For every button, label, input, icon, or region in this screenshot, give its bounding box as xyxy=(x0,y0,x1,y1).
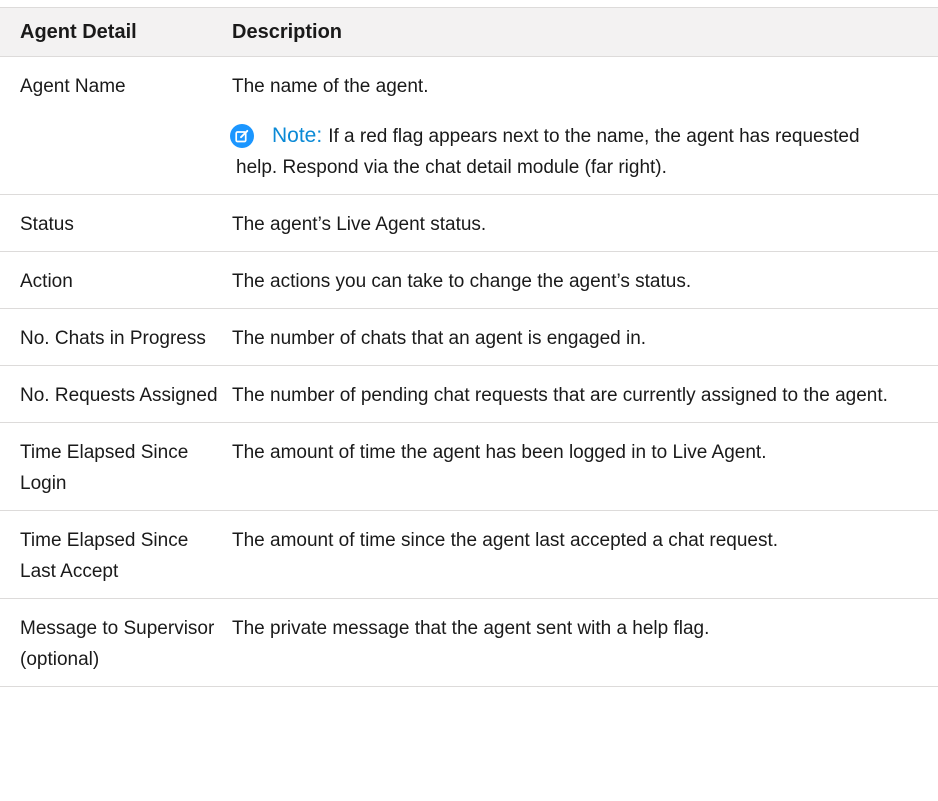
note-callout: Note: If a red flag appears next to the n… xyxy=(230,120,938,183)
row-description: The amount of time since the agent last … xyxy=(232,510,938,599)
row-description: The amount of time the agent has been lo… xyxy=(232,422,938,511)
row-description: The actions you can take to change the a… xyxy=(232,251,938,309)
table-header-row: Agent Detail Description xyxy=(0,7,938,57)
row-detail: Time Elapsed Since Last Accept xyxy=(0,510,232,599)
row-description: The number of pending chat requests that… xyxy=(232,365,938,423)
row-detail: No. Requests Assigned xyxy=(0,365,232,423)
agent-detail-table: Agent Detail Description Agent Name The … xyxy=(0,7,938,687)
table-row: Message to Supervisor (optional) The pri… xyxy=(0,598,938,687)
table-row: Status The agent’s Live Agent status. xyxy=(0,194,938,252)
note-text: Note: If a red flag appears next to the n… xyxy=(236,120,860,183)
table-row: Time Elapsed Since Last Accept The amoun… xyxy=(0,510,938,599)
table-row: No. Chats in Progress The number of chat… xyxy=(0,308,938,366)
header-agent-detail: Agent Detail xyxy=(0,7,232,57)
table-row: Action The actions you can take to chang… xyxy=(0,251,938,309)
row-detail: Agent Name xyxy=(0,56,232,195)
row-detail: Message to Supervisor (optional) xyxy=(0,598,232,687)
row-detail: No. Chats in Progress xyxy=(0,308,232,366)
row-detail: Action xyxy=(0,251,232,309)
note-line-1: If a red flag appears next to the name, … xyxy=(328,126,860,147)
row-description: The name of the agent. xyxy=(232,76,429,97)
header-description: Description xyxy=(232,7,938,57)
row-detail: Time Elapsed Since Login xyxy=(0,422,232,511)
note-title: Note: xyxy=(272,124,323,147)
table-row: Time Elapsed Since Login The amount of t… xyxy=(0,422,938,511)
edit-note-icon xyxy=(230,124,254,148)
note-line-2: help. Respond via the chat detail module… xyxy=(236,157,667,178)
table-row: Agent Name The name of the agent. Note: I… xyxy=(0,56,938,195)
table-row: No. Requests Assigned The number of pend… xyxy=(0,365,938,423)
row-description: The private message that the agent sent … xyxy=(232,598,938,687)
row-detail: Status xyxy=(0,194,232,252)
row-description: The agent’s Live Agent status. xyxy=(232,194,938,252)
row-description-cell: The name of the agent. Note: If a red fla… xyxy=(230,56,938,195)
row-description: The number of chats that an agent is eng… xyxy=(232,308,938,366)
